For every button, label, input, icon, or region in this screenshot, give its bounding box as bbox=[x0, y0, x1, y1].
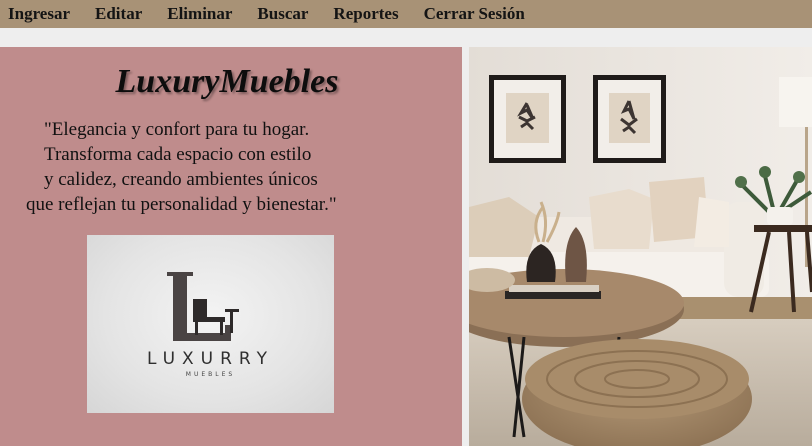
slogan-line-4: que reflejan tu personalidad y bienestar… bbox=[26, 194, 337, 215]
menu-ingresar[interactable]: Ingresar bbox=[8, 4, 70, 24]
logo-subtitle: MUEBLES bbox=[185, 371, 236, 378]
logo-wordmark: LUXURRY bbox=[146, 349, 275, 369]
brand-title: LuxuryMuebles bbox=[115, 63, 339, 100]
brand-slogan: "Elegancia y confort para tu hogar. Tran… bbox=[18, 117, 458, 217]
brand-logo: LUXURRY MUEBLES bbox=[87, 235, 334, 413]
menu-cerrar-sesion[interactable]: Cerrar Sesión bbox=[424, 4, 525, 24]
living-room-image bbox=[469, 47, 812, 446]
slogan-line-3: y calidez, creando ambientes únicos bbox=[44, 169, 318, 190]
menu-editar[interactable]: Editar bbox=[95, 4, 142, 24]
brand-panel: LuxuryMuebles "Elegancia y confort para … bbox=[0, 47, 462, 446]
slogan-line-1: "Elegancia y confort para tu hogar. bbox=[44, 119, 310, 140]
living-room-photo bbox=[469, 47, 812, 446]
menu-buscar[interactable]: Buscar bbox=[257, 4, 308, 24]
menu-reportes[interactable]: Reportes bbox=[333, 4, 398, 24]
menu-eliminar[interactable]: Eliminar bbox=[167, 4, 232, 24]
top-menu-bar: Ingresar Editar Eliminar Buscar Reportes… bbox=[0, 0, 812, 28]
chair-letter-l-logo-icon bbox=[167, 272, 239, 341]
slogan-line-2: Transforma cada espacio con estilo bbox=[44, 144, 312, 165]
